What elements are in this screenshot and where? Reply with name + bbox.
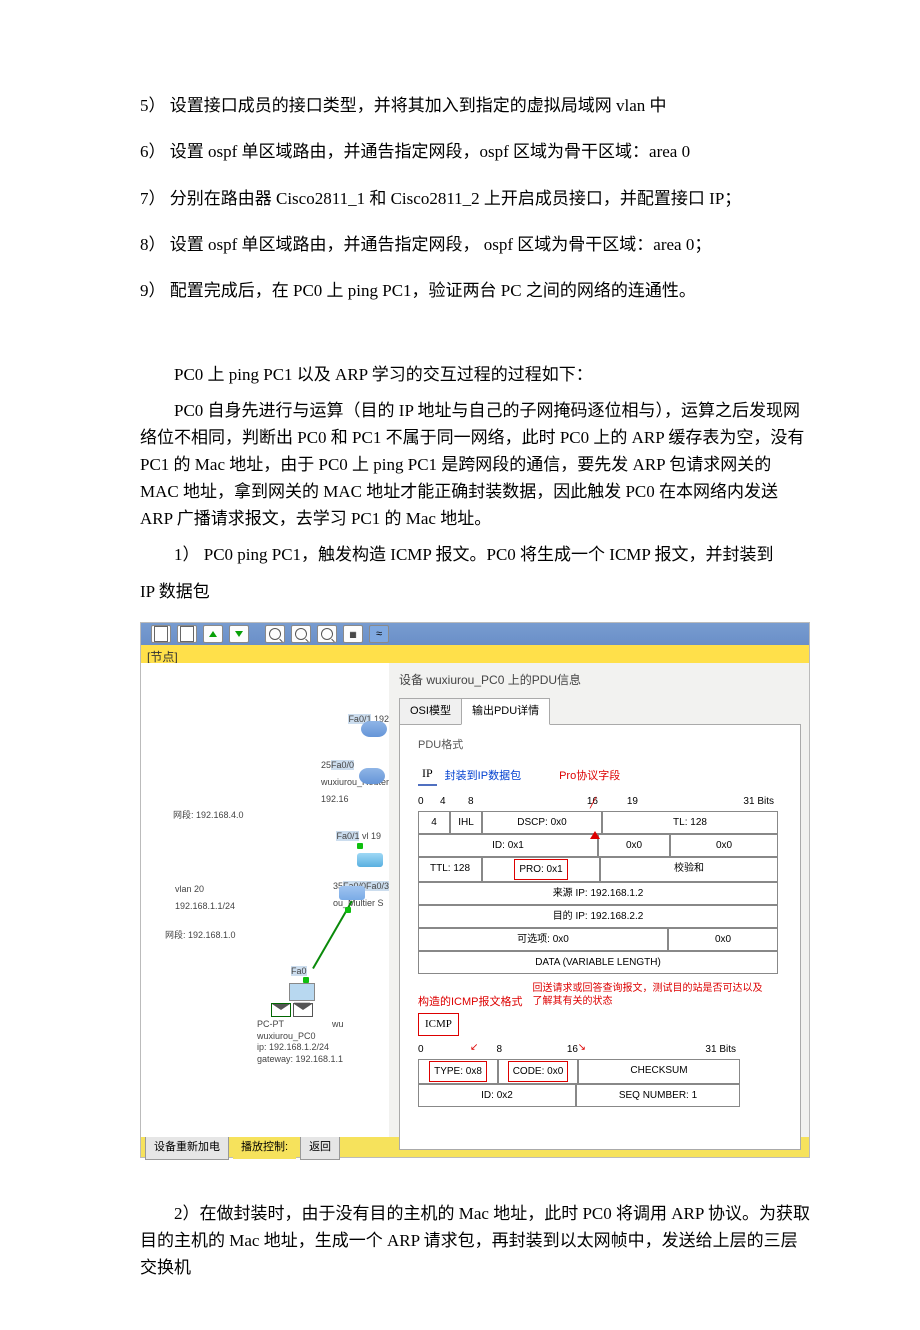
btn-back[interactable]: 返回 <box>300 1135 340 1160</box>
topo-router-icon2[interactable] <box>359 768 385 784</box>
pdu-title: 设备 wuxiurou_PC0 上的PDU信息 <box>389 667 809 694</box>
icmp-row2: ID: 0x2 SEQ NUMBER: 1 <box>418 1084 740 1107</box>
encap-label: 封装到IP数据包 <box>445 766 521 787</box>
ip-row6: 可选项: 0x0 0x0 <box>418 928 778 951</box>
toolbar-zoom3-icon[interactable] <box>317 625 337 643</box>
pdu-panel: 设备 wuxiurou_PC0 上的PDU信息 OSI模型 输出PDU详情 PD… <box>389 663 809 1137</box>
list-item-5: 5） 设置接口成员的接口类型，并将其加入到指定的虚拟局域网 vlan 中 <box>140 90 810 122</box>
toolbar-flag-icon[interactable]: ≈ <box>369 625 389 643</box>
toolbar-zoom2-icon[interactable] <box>291 625 311 643</box>
ip-row5: 目的 IP: 192.168.2.2 <box>418 905 778 928</box>
ip-label: IP <box>418 762 437 787</box>
topology-pane[interactable]: Fa0/1 192 25Fa0/0 wuxiurou_Router 192.16… <box>141 663 389 1137</box>
step-1-line1: 1） PC0 ping PC1，触发构造 ICMP 报文。PC0 将生成一个 I… <box>140 541 810 568</box>
toolbar-down-arrow-icon[interactable] <box>229 625 249 643</box>
proto-field-label: Pro协议字段 <box>559 766 620 787</box>
ip-row7: DATA (VARIABLE LENGTH) <box>418 951 778 974</box>
topo-seg4: 网段: 192.168.4.0 <box>173 807 244 824</box>
playback-label: 播放控制: <box>233 1136 296 1159</box>
paragraph-intro: PC0 上 ping PC1 以及 ARP 学习的交互过程的过程如下： <box>140 361 810 388</box>
packet-tracer-screenshot: ▦ ≈ [节点] WWW.bdocx.com Fa0/1 192 25Fa0/0… <box>140 622 810 1158</box>
ip-row4: 来源 IP: 192.168.1.2 <box>418 882 778 905</box>
link-dot-2 <box>345 907 351 913</box>
icmp-label: ICMP <box>418 1013 459 1036</box>
topo-pc0-labels: PC-PTwu wuxiurou_PC0 ip: 192.168.1.2/24 … <box>257 1019 344 1066</box>
topo-l3switch-icon[interactable] <box>339 886 365 900</box>
step-1-line2: IP 数据包 <box>140 576 810 608</box>
topo-vlan20: vlan 20 192.168.1.1/24 <box>175 881 235 915</box>
paragraph-analysis: PC0 自身先进行与运算（目的 IP 地址与自己的子网掩码逐位相与），运算之后发… <box>140 397 810 533</box>
toolbar-zoom1-icon[interactable] <box>265 625 285 643</box>
icmp-bits-header: 0 8 ↙ 16 ↘ 31 Bits <box>418 1040 740 1059</box>
ip-row3: TTL: 128 PRO: 0x1 校验和 <box>418 857 778 882</box>
node-bar-label: [节点] <box>147 650 178 664</box>
link-dot-1 <box>357 843 363 849</box>
topo-seg1: 网段: 192.168.1.0 <box>165 927 236 944</box>
toolbar-up-arrow-icon[interactable] <box>203 625 223 643</box>
step-2: 2）在做封装时，由于没有目的主机的 Mac 地址，此时 PC0 将调用 ARP … <box>140 1200 810 1282</box>
list-item-6: 6） 设置 ospf 单区域路由，并通告指定网段，ospf 区域为骨干区域：ar… <box>140 136 810 168</box>
tab-output-pdu[interactable]: 输出PDU详情 <box>461 698 550 725</box>
btn-reload[interactable]: 设备重新加电 <box>145 1135 229 1160</box>
bits-header: 0 4 8 16 19 ╱ 31 Bits <box>418 792 778 811</box>
list-item-7: 7） 分别在路由器 Cisco2811_1 和 Cisco2811_2 上开启成… <box>140 183 810 215</box>
ip-row2: ID: 0x1 0x0 0x0 <box>418 834 778 857</box>
icmp-note: 回送请求或回答查询报文，测试目的站是否可达以及了解其有关的状态 <box>533 982 763 1040</box>
list-item-8: 8） 设置 ospf 单区域路由，并通告指定网段， ospf 区域为骨干区域：a… <box>140 229 810 261</box>
toolbar-doc2-icon[interactable] <box>177 625 197 643</box>
toolbar-picture-icon[interactable]: ▦ <box>343 625 363 643</box>
icmp-title: 构造的ICMP报文格式 <box>418 992 523 1013</box>
icmp-row1: TYPE: 0x8 CODE: 0x0 CHECKSUM <box>418 1059 740 1084</box>
topo-switch-icon[interactable] <box>357 853 383 867</box>
sim-toolbar: ▦ ≈ <box>141 623 809 645</box>
topo-router-icon1[interactable] <box>361 721 387 737</box>
topo-pc0-icon[interactable] <box>289 983 315 1001</box>
pdu-body: PDU格式 IP 封装到IP数据包 Pro协议字段 0 4 8 16 19 ╱ <box>399 724 801 1150</box>
list-item-9: 9） 配置完成后，在 PC0 上 ping PC1，验证两台 PC 之间的网络的… <box>140 275 810 307</box>
pdu-subtitle: PDU格式 <box>418 735 788 756</box>
red-arrow-icon <box>590 831 600 839</box>
tab-osi[interactable]: OSI模型 <box>399 698 462 725</box>
topo-envelopes <box>271 1003 313 1017</box>
sim-main-area: WWW.bdocx.com Fa0/1 192 25Fa0/0 wuxiurou… <box>141 663 809 1137</box>
toolbar-doc-icon[interactable] <box>151 625 171 643</box>
node-bar: [节点] <box>141 645 809 663</box>
